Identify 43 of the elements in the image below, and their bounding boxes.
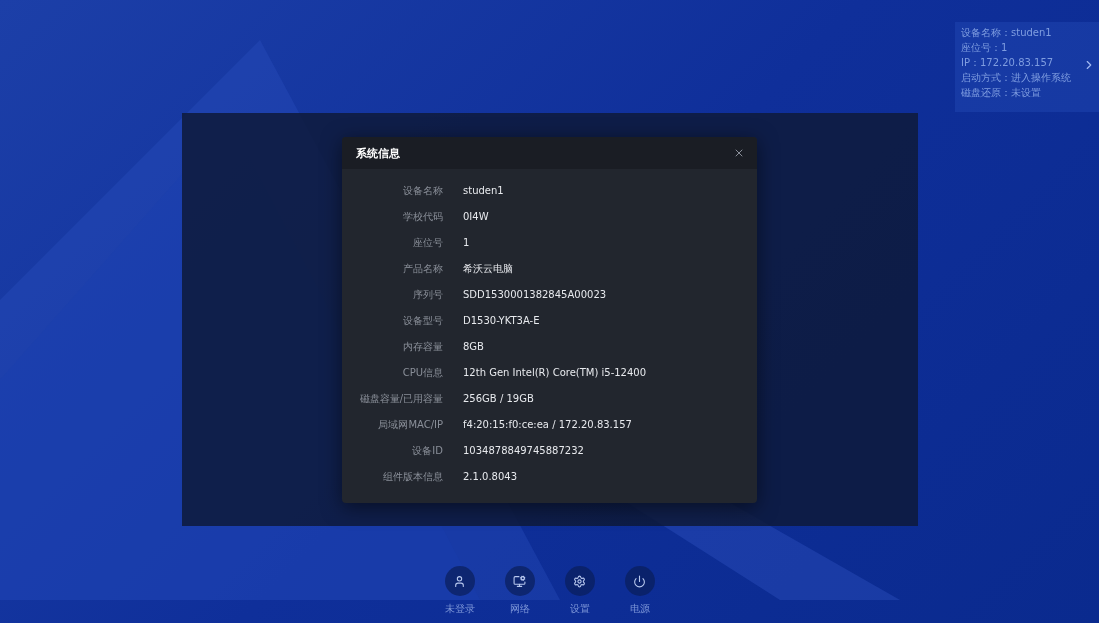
info-label: 组件版本信息 [382,470,443,484]
user-icon [444,566,475,596]
info-value: 8GB [463,340,485,354]
info-value: 256GB / 19GB [463,392,535,406]
dock-button[interactable]: 设置 [562,566,597,616]
status-text: 启动方式：进入操作系统 [961,71,1071,85]
info-value: 1034878849745887232 [463,444,585,458]
dialog-title: 系统信息 [356,145,400,161]
dock-button[interactable]: 电源 [622,566,657,616]
info-value: studen1 [463,184,505,198]
info-value: SDD1530001382845A00023 [463,288,608,302]
info-label: 局域网MAC/IP [377,418,443,432]
dock-label: 未登录 [444,602,475,616]
status-text: IP：172.20.83.157 [961,56,1054,70]
status-text: 设备名称：studen1 [961,26,1052,40]
info-value: 2.1.0.8043 [463,470,519,484]
dock-button[interactable]: 未登录 [442,566,477,616]
power-icon [624,566,655,596]
info-label: 设备型号 [402,314,443,328]
info-label: CPU信息 [401,366,443,380]
info-label: 学校代码 [402,210,443,224]
settings-icon [564,566,595,596]
info-value: 12th Gen Intel(R) Core(TM) i5-12400 [463,366,648,380]
dock-button[interactable]: 网络 [502,566,537,616]
monitor-icon [504,566,535,596]
info-value: 希沃云电脑 [463,262,514,276]
close-button[interactable] [733,147,745,159]
dock-label: 设置 [569,602,590,616]
info-label: 产品名称 [402,262,443,276]
info-label: 座位号 [412,236,443,250]
info-label: 设备名称 [402,184,443,198]
info-value: 0I4W [463,210,490,224]
info-label: 设备ID [411,444,443,458]
dock-label: 电源 [629,602,650,616]
status-text: 座位号：1 [961,41,1008,55]
info-value: f4:20:15:f0:ce:ea / 172.20.83.157 [463,418,633,432]
info-label: 内存容量 [402,340,443,354]
info-value: 1 [463,236,471,250]
info-label: 序列号 [412,288,443,302]
info-value: D1530-YKT3A-E [463,314,541,328]
info-label: 磁盘容量/已用容量 [358,392,443,406]
dock-label: 网络 [509,602,530,616]
status-text: 磁盘还原：未设置 [961,86,1041,100]
